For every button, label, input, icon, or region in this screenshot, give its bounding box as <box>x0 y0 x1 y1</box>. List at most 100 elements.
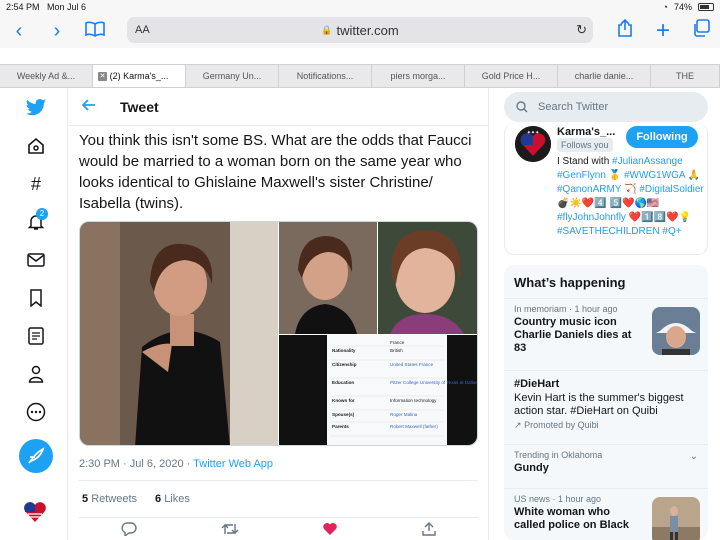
chevron-down-icon[interactable]: ⌄ <box>690 451 698 462</box>
following-button[interactable]: Following <box>626 126 698 148</box>
trend-item[interactable]: Trending in Oklahoma Gundy ⌄ <box>504 445 708 489</box>
ios-status-bar: 2:54 PM Mon Jul 6 ◔ 74% <box>0 0 720 14</box>
url-text: twitter.com <box>336 22 399 38</box>
compose-tweet-button[interactable] <box>19 439 53 473</box>
profile-name[interactable]: Karma's_... <box>557 126 615 138</box>
infobox-value: Information technology <box>390 398 437 403</box>
retweets-count-link[interactable]: 5 Retweets <box>82 493 137 505</box>
tab-label: THE <box>676 71 694 81</box>
notifications-bell-icon[interactable]: 2 <box>24 208 48 234</box>
explore-hashtag-icon[interactable]: # <box>24 172 48 196</box>
share-icon[interactable] <box>422 522 436 540</box>
infobox-key: Parents <box>332 424 349 429</box>
more-icon[interactable] <box>24 400 48 424</box>
trend-meta: In memoriam · 1 hour ago <box>514 304 618 314</box>
bookmarks-icon[interactable] <box>76 21 114 41</box>
hashtag-link[interactable]: #QanonARMY <box>557 184 621 195</box>
browser-tab[interactable]: Notifications... <box>279 65 372 87</box>
tweet-text: You think this isn't some BS. What are t… <box>79 132 472 212</box>
battery-icon <box>698 3 714 11</box>
tabs-icon[interactable] <box>682 19 720 43</box>
tweet-timestamp: 2:30 PM · Jul 6, 2020 · Twitter Web App <box>79 458 273 470</box>
lists-icon[interactable] <box>24 324 48 348</box>
bookmarks-icon[interactable] <box>24 286 48 310</box>
feather-icon <box>28 447 45 464</box>
home-icon[interactable] <box>24 134 48 158</box>
retweet-icon[interactable] <box>221 522 239 540</box>
account-avatar[interactable] <box>21 498 49 526</box>
browser-tab[interactable]: Germany Un... <box>186 65 279 87</box>
trend-thumbnail <box>652 497 700 540</box>
tweet-time: 2:30 PM · Jul 6, 2020 · <box>79 458 194 470</box>
infobox-key: Known for <box>332 398 355 403</box>
new-tab-icon[interactable]: + <box>644 17 682 45</box>
tab-label: Notifications... <box>296 71 354 81</box>
messages-envelope-icon[interactable] <box>24 248 48 272</box>
reader-aa[interactable]: AA <box>135 24 150 36</box>
search-input[interactable]: Search Twitter <box>504 92 708 122</box>
svg-text:✦✦✦: ✦✦✦ <box>527 130 540 136</box>
infobox-key: Nationality <box>332 348 356 353</box>
likes-label: Likes <box>164 493 190 505</box>
browser-tab-active[interactable]: ✕ (2) Karma's_... <box>93 65 186 87</box>
retweets-count: 5 <box>82 493 89 505</box>
close-tab-icon[interactable]: ✕ <box>98 71 107 81</box>
trend-title: Gundy <box>514 462 549 474</box>
hashtag-link[interactable]: #flyJohnJohnfly <box>557 212 626 223</box>
trend-title: White woman who called police on Black <box>514 506 629 531</box>
tweet-actions <box>79 522 478 540</box>
address-bar[interactable]: AA 🔒 twitter.com ↻ <box>127 17 593 43</box>
twitter-logo-icon[interactable] <box>24 96 48 120</box>
whats-happening-panel: What’s happening In memoriam · 1 hour ag… <box>504 265 708 540</box>
hashtag-link[interactable]: #GenFlynn <box>557 170 606 181</box>
browser-tab[interactable]: charlie danie... <box>558 65 651 87</box>
tweet-source-link[interactable]: Twitter Web App <box>193 458 273 470</box>
infobox-key: Education <box>332 380 354 385</box>
profile-card: ✦✦✦ Karma's_... Follows you Following I … <box>504 123 708 255</box>
tweet-media[interactable]: France Nationality British Citizenship Unite… <box>79 221 478 446</box>
trend-title: Country music icon Charlie Daniels dies … <box>514 316 632 354</box>
back-icon[interactable]: ‹ <box>0 20 38 43</box>
infobox-key: Citizenship <box>332 362 357 367</box>
tweet-header: Tweet <box>68 88 488 126</box>
share-icon[interactable] <box>606 18 644 43</box>
retweets-label: Retweets <box>91 493 138 505</box>
hashtag-link[interactable]: #SAVETHECHILDREN <box>557 226 660 237</box>
profile-icon[interactable] <box>24 362 48 386</box>
hashtag-link[interactable]: #DigitalSoldier <box>639 184 703 195</box>
hashtag-link[interactable]: #WWG1WGA <box>624 170 685 181</box>
like-heart-icon[interactable] <box>322 522 338 540</box>
profile-avatar[interactable]: ✦✦✦ <box>515 126 551 162</box>
status-time: 2:54 PM <box>6 2 40 12</box>
hashtag-link[interactable]: #JulianAssange <box>612 156 683 167</box>
browser-tab-bar: Weekly Ad &... ✕ (2) Karma's_... Germany … <box>0 64 720 88</box>
infobox-key: Spouse(s) <box>332 412 355 417</box>
back-arrow-icon[interactable] <box>81 98 120 116</box>
trend-item[interactable]: In memoriam · 1 hour ago Country music i… <box>504 299 708 371</box>
infobox-value: Roger Malina <box>390 412 418 417</box>
search-icon <box>516 101 528 113</box>
trend-item-promoted[interactable]: #DieHart Kevin Hart is the summer's bigg… <box>504 371 708 445</box>
page-title: Tweet <box>120 98 159 115</box>
trend-thumbnail <box>652 307 700 355</box>
browser-tab[interactable]: Gold Price H... <box>465 65 558 87</box>
tab-label: Gold Price H... <box>481 71 541 81</box>
trend-item[interactable]: US news · 1 hour ago White woman who cal… <box>504 489 708 540</box>
tab-label: charlie danie... <box>574 71 634 81</box>
twitter-sidebar: # 2 <box>0 88 68 540</box>
reload-icon[interactable]: ↻ <box>576 22 587 38</box>
tab-label: Germany Un... <box>202 71 262 81</box>
lock-icon: 🔒 <box>321 24 333 35</box>
forward-icon[interactable]: › <box>38 20 76 43</box>
infobox-value: United States France <box>390 362 434 367</box>
browser-tab[interactable]: Weekly Ad &... <box>0 65 93 87</box>
follows-you-badge: Follows you <box>557 138 613 152</box>
reply-icon[interactable] <box>121 522 137 540</box>
browser-tab[interactable]: piers morga... <box>372 65 465 87</box>
right-sidebar: Search Twitter ✦✦✦ Karma's_... Follows y… <box>489 88 720 540</box>
tab-label: piers morga... <box>390 71 446 81</box>
tweet-detail-column: Tweet You think this isn't some BS. What… <box>68 88 489 540</box>
hashtag-link[interactable]: #Q+ <box>662 226 681 237</box>
likes-count-link[interactable]: 6 Likes <box>155 493 190 505</box>
browser-tab[interactable]: THE <box>651 65 720 87</box>
